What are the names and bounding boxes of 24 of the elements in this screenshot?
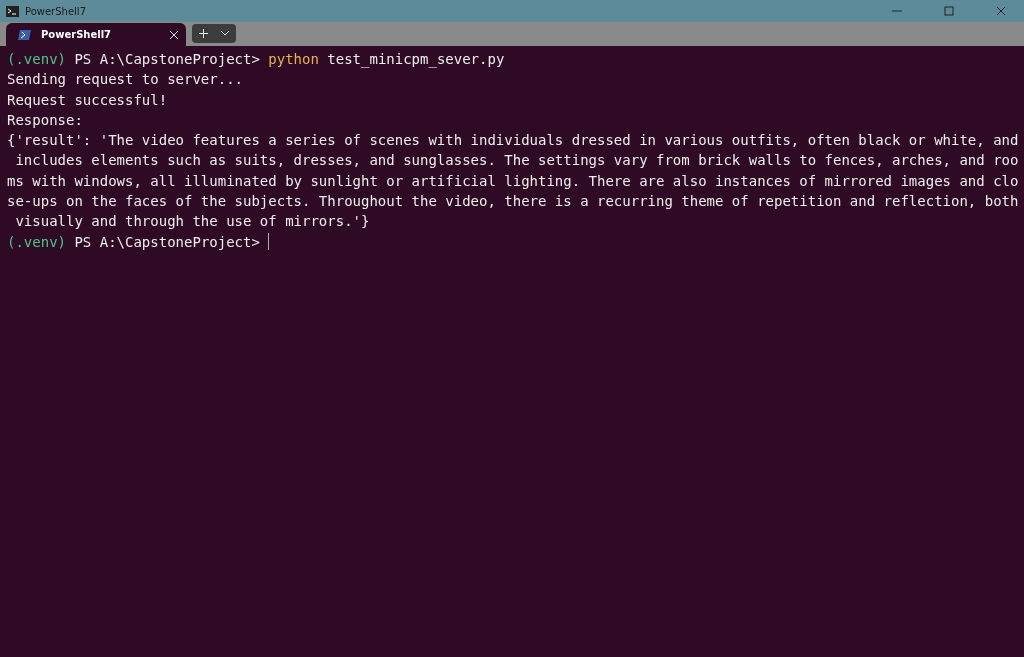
terminal-text: test_minicpm_sever.py [326, 50, 505, 70]
tab[interactable]: PowerShell7 [6, 23, 186, 46]
terminal-text: Request successful! [7, 90, 168, 110]
plus-icon [198, 29, 208, 38]
terminal-text: visually and through the use of mirrors.'} [14, 212, 370, 232]
terminal-text: Response: [7, 110, 83, 130]
text-cursor [268, 233, 270, 251]
powershell-icon [18, 29, 31, 40]
close-icon[interactable] [170, 30, 178, 39]
chevron-down-icon [221, 31, 229, 36]
terminal-text: ms with windows, all illuminated by sunlight or artificial lighting. There are also instances of mirrored images and clo [7, 171, 1019, 191]
terminal-text: PS A:\CapstoneProject> [73, 50, 261, 69]
venv-label: (.venv) [7, 232, 66, 252]
terminal-text: Sending request to server... [7, 70, 243, 90]
terminal-text: {'result': 'The video features a series of scenes with individuals dressed in various outfits, often black or white, and [7, 131, 1019, 151]
close-icon [996, 6, 1006, 16]
terminal-icon [6, 5, 19, 17]
window-title: PowerShell7 [25, 5, 87, 17]
venv-label: (.venv) [7, 50, 66, 69]
terminal-text: PS A:\CapstoneProject> [73, 232, 261, 252]
maximize-icon [944, 6, 954, 16]
terminal-text: includes elements such as suits, dresses, and sunglasses. The settings vary from brick walls to fences, arches, and roo [14, 151, 1019, 171]
command-text: python [268, 50, 319, 69]
terminal-text: se-ups on the faces of the subjects. Throughout the video, there is a recurring theme of repetition and reflection, both [7, 192, 1019, 212]
